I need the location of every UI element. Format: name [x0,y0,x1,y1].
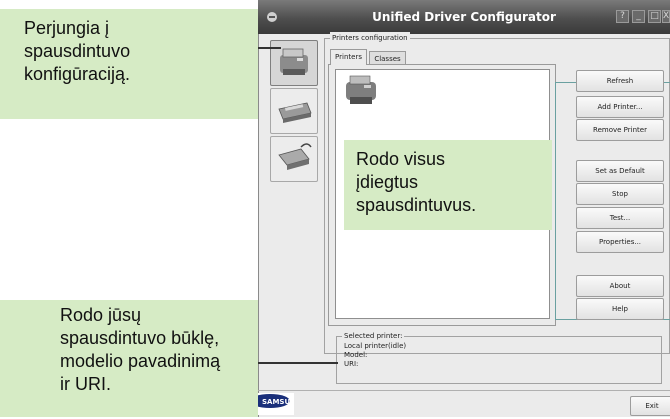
about-button[interactable]: About [576,275,664,297]
printer-status: Local printer(idle) [344,342,407,350]
list-item-printer[interactable] [340,72,384,114]
group-title: Printers configuration [330,32,410,44]
stop-button[interactable]: Stop [576,183,664,205]
callout-line: įdiegtus [356,172,419,192]
refresh-button[interactable]: Refresh [576,70,664,92]
printer-icon [346,75,376,104]
samsung-logo: SAMSUNG [250,393,302,415]
close-button[interactable]: X [662,10,670,23]
callout-line: Perjungia į [24,18,110,38]
callout-printer-status: Rodo jūsų spausdintuvo būklę, modelio pa… [0,300,258,417]
test-button[interactable]: Test... [576,207,664,229]
printer-uri: URI: [344,360,359,368]
help-window-button[interactable]: ? [616,10,629,23]
minimize-button[interactable]: _ [632,10,645,23]
divider [258,390,670,391]
help-button[interactable]: Help [576,298,664,320]
properties-button[interactable]: Properties... [576,231,664,253]
set-default-button[interactable]: Set as Default [576,160,664,182]
tab-printers[interactable]: Printers [330,49,367,65]
callout-line: Rodo visus [356,149,446,169]
callout-line: spausdintuvus. [356,195,477,215]
tab-classes[interactable]: Classes [369,51,406,65]
exit-button[interactable]: Exit [630,396,670,416]
window-title: Unified Driver Configurator [372,10,556,24]
callout-line: spausdintuvo [24,41,131,61]
callout-line: spausdintuvo būklę, [60,328,220,348]
add-printer-button[interactable]: Add Printer... [576,96,664,118]
ports-config-button[interactable] [270,136,318,182]
remove-printer-button[interactable]: Remove Printer [576,119,664,141]
callout-installed-printers: Rodo visus įdiegtus spausdintuvus. [344,140,552,230]
printer-model: Model: [344,351,368,359]
maximize-button[interactable]: □ [648,10,661,23]
svg-text:SAMSUNG: SAMSUNG [262,398,294,406]
port-icon [278,143,312,170]
callout-line: konfigūraciją. [24,64,131,84]
selected-printer-title: Selected printer: [342,331,405,341]
scanner-icon [278,102,312,123]
scanners-config-button[interactable] [270,88,318,134]
callout-printer-config: Perjungia į spausdintuvo konfigūraciją. [0,9,258,119]
callout-line: Rodo jūsų [60,305,142,325]
callout-line: modelio pavadinimą [60,351,221,371]
callout-line: ir URI. [60,374,111,394]
